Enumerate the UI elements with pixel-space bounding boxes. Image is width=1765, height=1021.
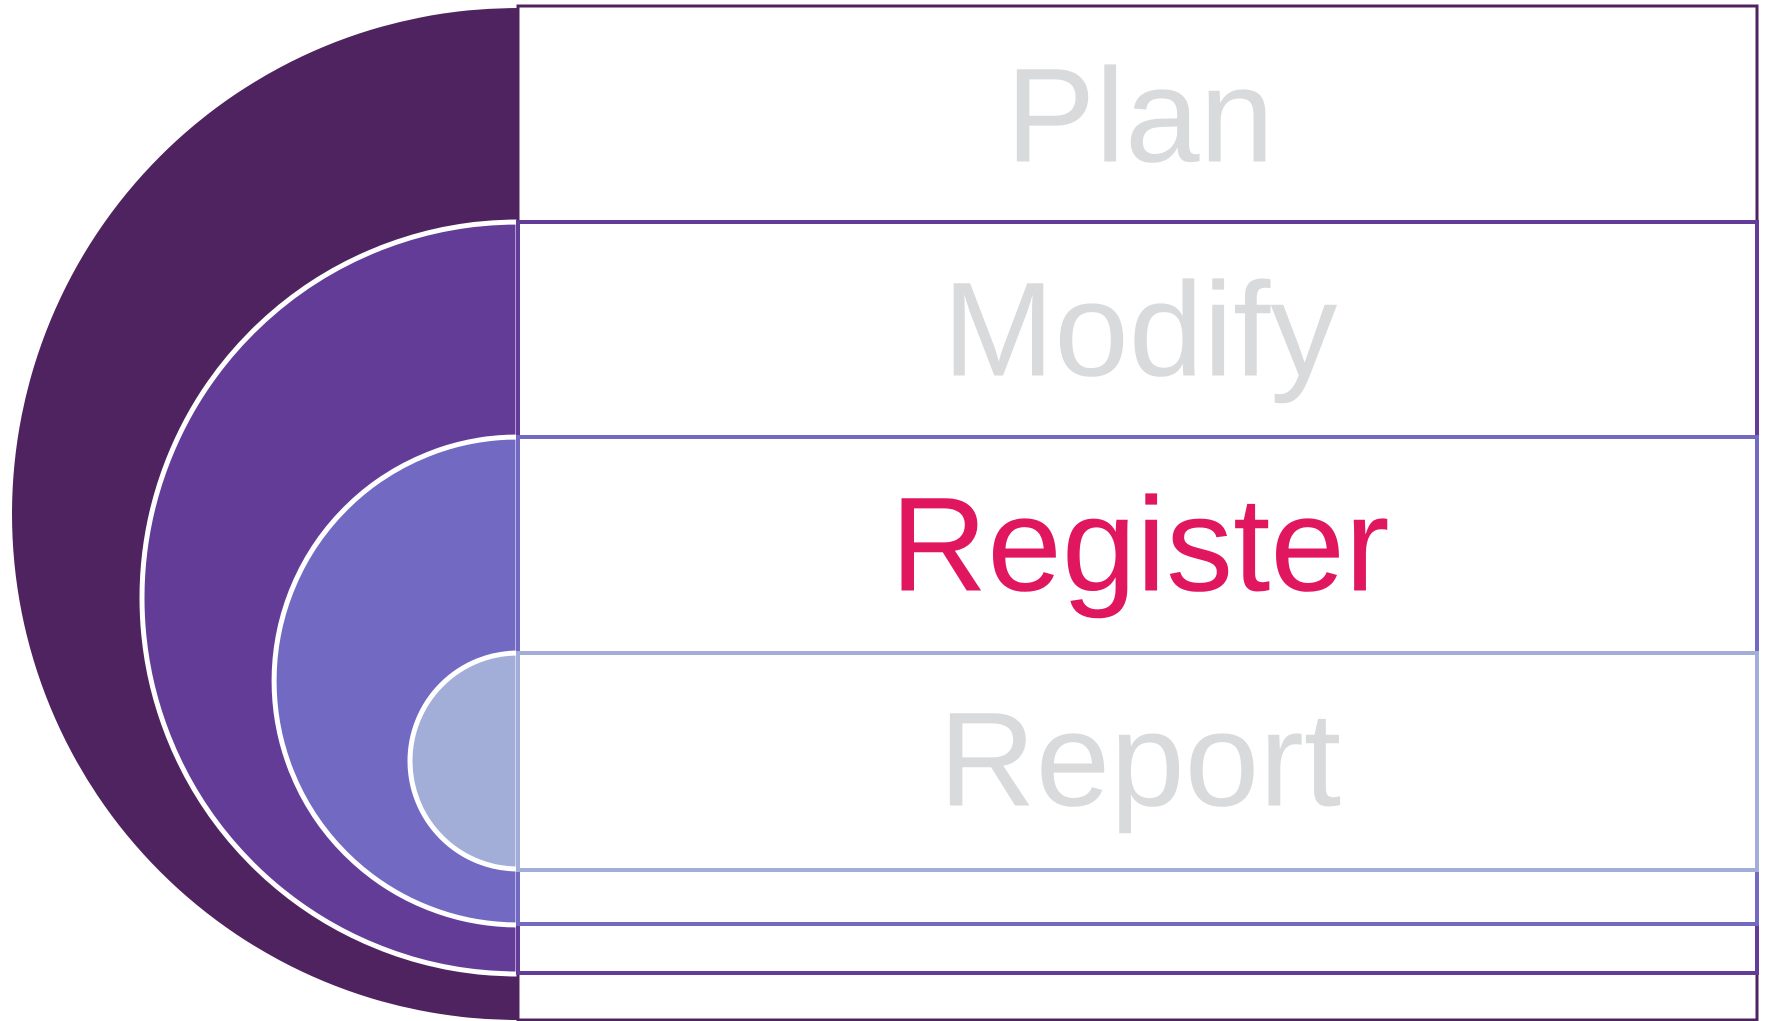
step-label-plan: Plan [1006, 42, 1274, 191]
nested-steps-diagram: Plan Modify Register Report [12, 4, 1759, 1021]
step-label-register: Register [891, 471, 1390, 620]
step-label-report: Report [939, 686, 1341, 835]
step-label-modify: Modify [943, 256, 1338, 405]
